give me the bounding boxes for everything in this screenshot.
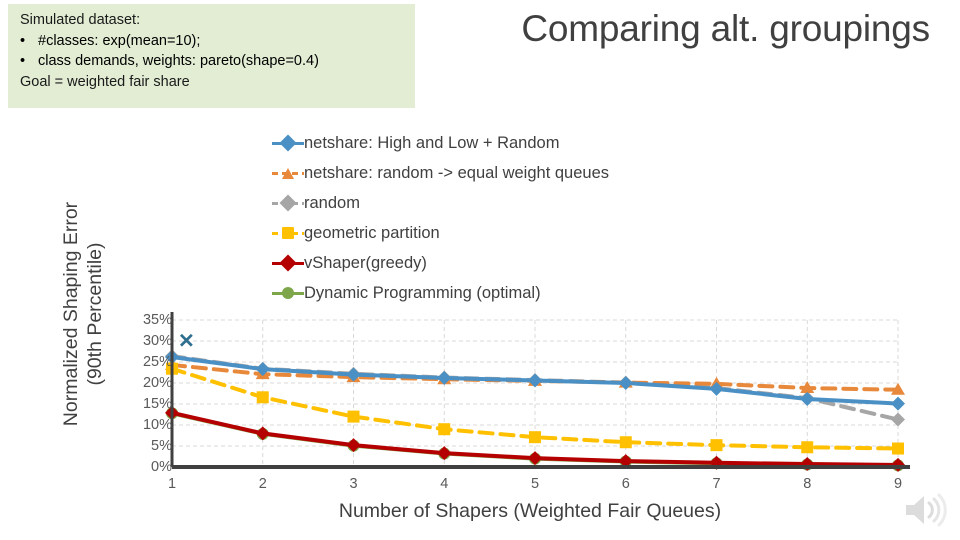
y-tick-label: 35%	[142, 312, 172, 328]
legend-label: geometric partition	[304, 224, 440, 242]
callout-heading: Simulated dataset:	[20, 12, 141, 28]
legend-label: random	[304, 194, 360, 212]
chart-series-line	[165, 349, 905, 411]
x-tick-label: 4	[440, 476, 449, 492]
legend-marker-circle-icon	[272, 280, 304, 306]
simulated-dataset-callout: Simulated dataset: • #classes: exp(mean=…	[8, 4, 415, 108]
legend-marker-square-icon	[272, 220, 304, 246]
legend-marker-triangle-icon	[272, 160, 304, 186]
x-tick-label: 6	[621, 476, 630, 492]
callout-footer: Goal = weighted fair share	[20, 73, 190, 90]
chart-series-line	[165, 357, 905, 395]
y-tick-label: 30%	[142, 333, 172, 349]
bullet-dot-icon: •	[20, 53, 26, 69]
callout-bullet-text: class demands, weights: pareto(shape=0.4…	[38, 53, 319, 69]
legend-label: Dynamic Programming (optimal)	[304, 284, 541, 302]
chart-legend: netshare: High and Low + Random netshare:…	[272, 128, 702, 308]
legend-item[interactable]: Dynamic Programming (optimal)	[272, 278, 702, 308]
y-tick-label: 0%	[151, 459, 172, 475]
callout-bullet-item: • class demands, weights: pareto(shape=0…	[20, 51, 415, 72]
legend-marker-diamond-icon	[272, 130, 304, 156]
legend-item[interactable]: netshare: random -> equal weight queues	[272, 158, 702, 188]
x-tick-label: 8	[803, 476, 812, 492]
y-tick-label: 10%	[142, 417, 172, 433]
x-tick-label: 2	[258, 476, 267, 492]
x-axis-title: Number of Shapers (Weighted Fair Queues)	[338, 500, 722, 522]
speaker-icon[interactable]	[902, 490, 948, 530]
y-tick-label: 20%	[142, 375, 172, 391]
x-tick-label: 7	[712, 476, 721, 492]
legend-marker-diamond-icon	[272, 190, 304, 216]
bullet-dot-icon: •	[20, 32, 26, 49]
legend-label: vShaper(greedy)	[304, 254, 427, 272]
legend-label: netshare: random -> equal weight queues	[304, 164, 609, 182]
legend-label: netshare: High and Low + Random	[304, 134, 560, 152]
legend-item[interactable]: geometric partition	[272, 218, 702, 248]
legend-item[interactable]: netshare: High and Low + Random	[272, 128, 702, 158]
chart-series-line	[165, 405, 905, 472]
page-title: Comparing alt. groupings	[521, 8, 930, 49]
y-axis-title: Normalized Shaping Error (90th Percentile…	[60, 201, 106, 427]
legend-item[interactable]: vShaper(greedy)	[272, 248, 702, 278]
callout-bullet-text: #classes: exp(mean=10);	[38, 32, 201, 49]
legend-marker-diamond-icon	[272, 250, 304, 276]
x-tick-label: 3	[349, 476, 358, 492]
x-tick-label: 5	[530, 476, 540, 492]
x-marker: ✕	[178, 331, 195, 353]
chart-series-line	[166, 362, 904, 455]
chart-series-line	[166, 407, 904, 472]
y-tick-label: 15%	[142, 396, 172, 412]
y-tick-label: 25%	[142, 354, 172, 370]
y-tick-label: 5%	[151, 438, 172, 454]
legend-item[interactable]: random	[272, 188, 702, 218]
chart-series-line	[165, 349, 905, 427]
callout-bullet-item: • #classes: exp(mean=10);	[20, 31, 415, 52]
x-tick-label: 1	[167, 476, 177, 492]
